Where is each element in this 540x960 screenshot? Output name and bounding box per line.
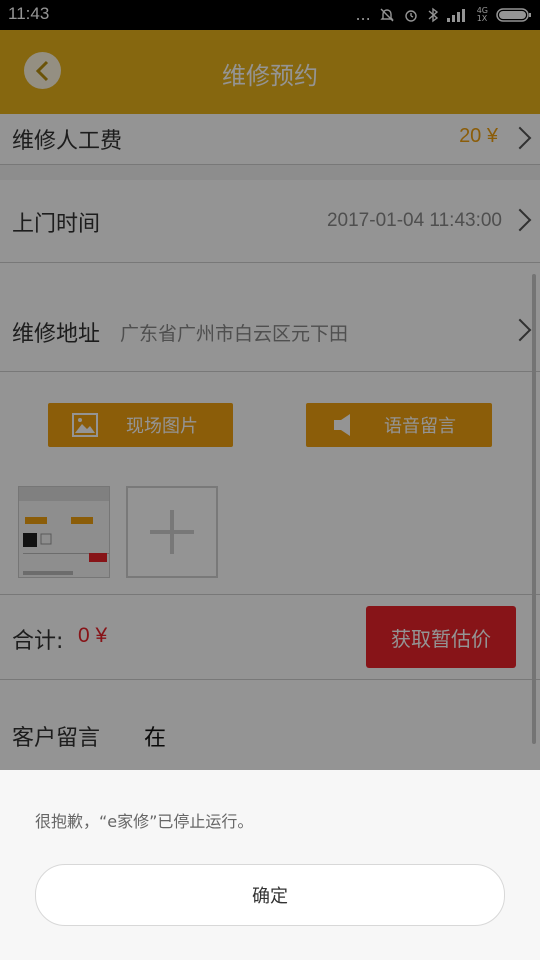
ok-button-label: 确定 — [252, 886, 288, 907]
dialog-message: 很抱歉，“e家修”已停止运行。 — [35, 812, 254, 831]
ok-button[interactable]: 确定 — [35, 864, 505, 926]
error-dialog: 很抱歉，“e家修”已停止运行。 确定 — [0, 770, 540, 960]
dialog-scrim — [0, 0, 540, 770]
